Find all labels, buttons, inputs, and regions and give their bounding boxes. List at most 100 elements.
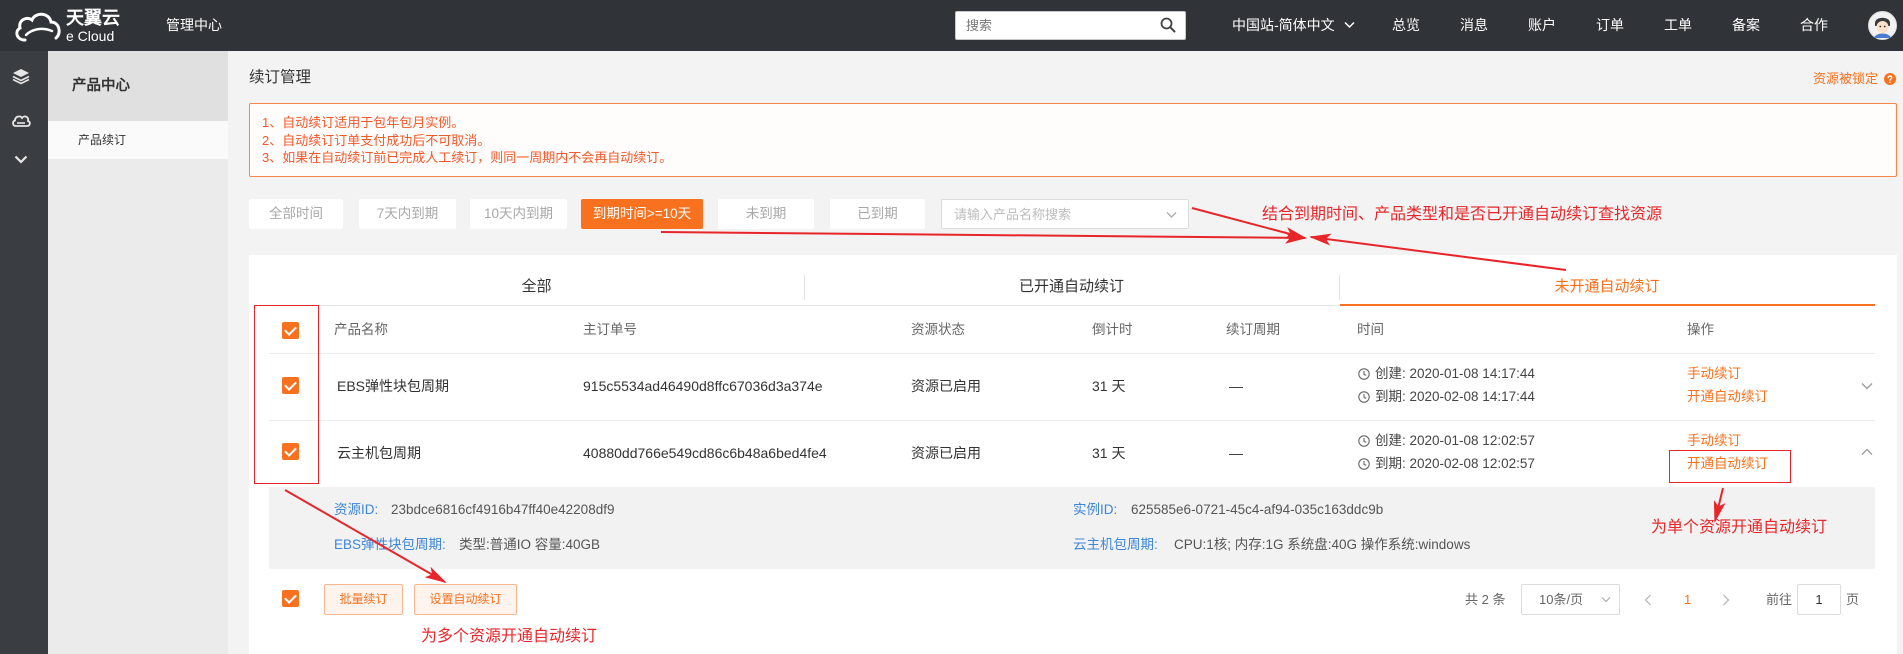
column-header-order-id: 主订单号 [583, 322, 637, 337]
column-header-renew-period: 续订周期 [1226, 322, 1280, 337]
row-expire-time: 到期: 2020-02-08 12:02:57 [1375, 456, 1535, 471]
footer-select-all-checkbox[interactable] [282, 590, 299, 607]
row-product-name: EBS弹性块包周期 [337, 378, 450, 394]
row-renew-period: — [1229, 445, 1243, 461]
layers-icon[interactable] [12, 67, 30, 85]
sidebar-section-title: 产品中心 [72, 78, 130, 94]
sidebar-item-label[interactable]: 产品续订 [78, 130, 126, 150]
nav-tickets[interactable]: 工单 [1664, 15, 1692, 35]
instance-id-label: 实例ID: [1073, 502, 1118, 517]
annotation-box-checkboxes [254, 305, 319, 484]
clock-icon [1358, 435, 1370, 447]
tab-auto-renew-disabled[interactable]: 未开通自动续订 [1339, 277, 1875, 297]
set-auto-renew-button[interactable]: 设置自动续订 [414, 584, 517, 615]
filter-within-10-days[interactable]: 10天内到期 [470, 199, 567, 229]
column-header-countdown: 倒计时 [1092, 322, 1133, 337]
row-resource-status: 资源已启用 [911, 445, 981, 461]
annotation-single-resource: 为单个资源开通自动续订 [1651, 519, 1828, 536]
manual-renew-link[interactable]: 手动续订 [1687, 364, 1741, 384]
annotation-multiple-resources: 为多个资源开通自动续订 [421, 628, 598, 645]
tab-auto-renew-enabled[interactable]: 已开通自动续订 [804, 277, 1339, 297]
filter-not-expired[interactable]: 未到期 [718, 199, 814, 229]
current-page-number[interactable]: 1 [1684, 590, 1691, 610]
ecloud-logo-icon[interactable] [12, 9, 64, 45]
chevron-down-icon[interactable] [14, 155, 28, 164]
page-unit-label: 页 [1846, 592, 1860, 607]
row-created-time: 创建: 2020-01-08 14:17:44 [1375, 366, 1535, 381]
instance-id-value: 625585e6-0721-45c4-af94-035c163ddc9b [1131, 502, 1384, 517]
chevron-down-icon[interactable] [1344, 21, 1355, 29]
annotation-box-enable-auto-renew [1669, 450, 1791, 483]
tab-all[interactable]: 全部 [269, 277, 804, 297]
clock-icon [1358, 391, 1370, 403]
row-order-id: 40880dd766e549cd86c6b48a6bed4fe4 [583, 445, 827, 461]
row-created-time: 创建: 2020-01-08 12:02:57 [1375, 433, 1535, 448]
nav-overview[interactable]: 总览 [1392, 15, 1420, 35]
nav-messages[interactable]: 消息 [1460, 15, 1488, 35]
vm-spec-value: CPU:1核; 内存:1G 系统盘:40G 操作系统:windows [1174, 537, 1471, 552]
tab-divider [804, 275, 805, 300]
chevron-down-icon[interactable] [1601, 596, 1611, 603]
icon-rail [0, 51, 48, 654]
chevron-right-icon[interactable] [1722, 594, 1730, 606]
table-row-divider [269, 353, 1875, 354]
resource-id-value: 23bdce6816cf4916b47ff40e42208df9 [391, 502, 615, 517]
user-avatar-icon[interactable] [1868, 11, 1897, 40]
enable-auto-renew-link[interactable]: 开通自动续订 [1687, 387, 1768, 407]
search-icon[interactable] [1160, 17, 1176, 33]
filter-expired[interactable]: 已到期 [830, 199, 925, 229]
total-count: 共 2 条 [1465, 592, 1506, 607]
column-header-time: 时间 [1357, 322, 1384, 337]
annotation-find-resources: 结合到期时间、产品类型和是否已开通自动续订查找资源 [1262, 206, 1663, 223]
ebs-spec-label: EBS弹性块包周期: [334, 537, 446, 552]
filter-all-time[interactable]: 全部时间 [249, 199, 343, 229]
filter-within-7-days[interactable]: 7天内到期 [359, 199, 456, 229]
notice-line-3: 3、如果在自动续订前已完成人工续订，则同一周期内不会再自动续订。 [262, 150, 673, 165]
row-renew-period: — [1229, 378, 1243, 394]
logo-text-cn: 天翼云 [66, 8, 120, 28]
console-title[interactable]: 管理中心 [166, 15, 222, 35]
nav-partners[interactable]: 合作 [1800, 15, 1828, 35]
resource-locked-link[interactable]: 资源被锁定 [1813, 69, 1878, 89]
goto-page-input[interactable] [1797, 584, 1841, 615]
column-header-resource-status: 资源状态 [911, 322, 965, 337]
row-resource-status: 资源已启用 [911, 378, 981, 394]
row-countdown: 31 天 [1092, 445, 1126, 461]
row-product-name: 云主机包周期 [337, 445, 421, 461]
row-order-id: 915c5534ad46490d8ffc67036d3a374e [583, 378, 823, 394]
notice-line-1: 1、自动续订适用于包年包月实例。 [262, 115, 465, 130]
nav-icp-filing[interactable]: 备案 [1732, 15, 1760, 35]
manual-renew-link[interactable]: 手动续订 [1687, 431, 1741, 451]
tab-divider [1339, 275, 1340, 300]
filter-over-10-days[interactable]: 到期时间>=10天 [581, 199, 703, 229]
page-title: 续订管理 [249, 69, 312, 86]
chevron-down-icon[interactable] [1861, 382, 1873, 390]
batch-renew-button[interactable]: 批量续订 [324, 584, 403, 615]
cloud-disk-icon[interactable] [11, 113, 31, 129]
chevron-up-icon[interactable] [1861, 448, 1873, 456]
row-expire-time: 到期: 2020-02-08 14:17:44 [1375, 389, 1535, 404]
row-countdown: 31 天 [1092, 378, 1126, 394]
page-size-value[interactable]: 10条/页 [1539, 590, 1583, 610]
chevron-down-icon[interactable] [1166, 211, 1177, 219]
question-icon[interactable] [1884, 73, 1896, 85]
nav-orders[interactable]: 订单 [1596, 15, 1624, 35]
chevron-left-icon[interactable] [1644, 594, 1652, 606]
logo-text-en: e Cloud [66, 28, 115, 44]
clock-icon [1358, 458, 1370, 470]
ebs-spec-value: 类型:普通IO 容量:40GB [459, 537, 601, 552]
column-header-product-name: 产品名称 [334, 322, 388, 337]
goto-label: 前往 [1766, 592, 1793, 607]
resource-id-label: 资源ID: [334, 502, 379, 517]
product-search-select[interactable] [941, 199, 1189, 229]
vm-spec-label: 云主机包周期: [1073, 537, 1158, 552]
global-search-input[interactable] [955, 11, 1186, 40]
nav-account[interactable]: 账户 [1528, 15, 1556, 35]
sidebar-item-product-renewal[interactable] [48, 121, 228, 159]
annotation-arrow-filters [660, 231, 1307, 244]
clock-icon [1358, 368, 1370, 380]
table-row-divider [269, 420, 1875, 421]
region-selector[interactable]: 中国站-简体中文 [1232, 15, 1335, 35]
column-header-actions: 操作 [1687, 322, 1714, 337]
tab-active-underline [1340, 304, 1875, 306]
